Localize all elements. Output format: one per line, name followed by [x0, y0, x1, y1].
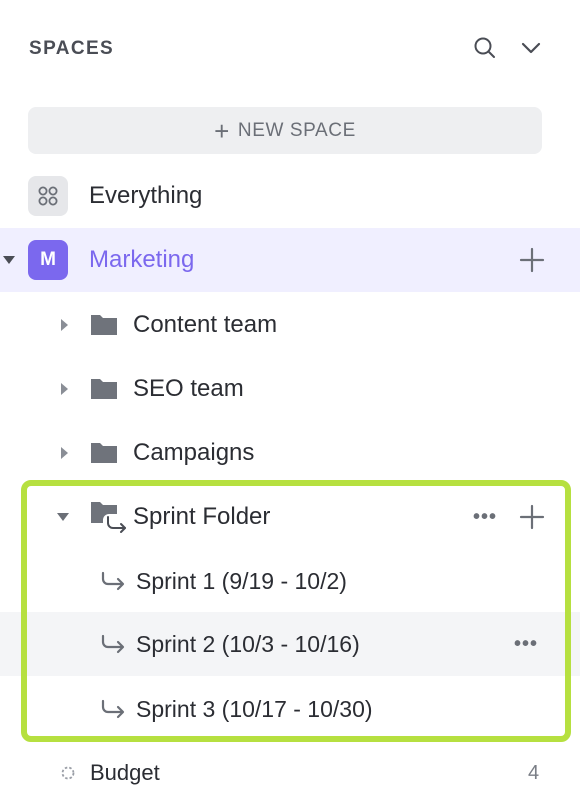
- folder-item-campaigns[interactable]: Campaigns: [0, 421, 580, 485]
- sprint-folder-item[interactable]: Sprint Folder •••: [0, 485, 580, 549]
- folder-icon: [91, 443, 117, 463]
- sprint-folder-label: Sprint Folder: [133, 503, 271, 530]
- folder-icon: [91, 315, 117, 335]
- plus-icon[interactable]: [516, 501, 548, 533]
- sprint-item[interactable]: Sprint 1 (9/19 - 10/2): [0, 549, 580, 613]
- spaces-header-title: SPACES: [29, 38, 115, 59]
- sprint-item[interactable]: Sprint 2 (10/3 - 10/16) •••: [0, 612, 580, 676]
- plus-icon[interactable]: [516, 244, 548, 276]
- list-item-budget[interactable]: Budget 4: [0, 741, 580, 805]
- everything-label: Everything: [89, 182, 203, 209]
- folder-item-seo-team[interactable]: SEO team: [0, 357, 580, 421]
- task-count: 4: [528, 761, 540, 784]
- list-label: Budget: [90, 760, 160, 785]
- caret-right-icon[interactable]: [58, 447, 70, 459]
- caret-down-icon[interactable]: [3, 254, 15, 266]
- sprint-label: Sprint 1 (9/19 - 10/2): [136, 567, 347, 594]
- caret-right-icon[interactable]: [58, 383, 70, 395]
- sprint-icon: [101, 571, 125, 591]
- sprint-label: Sprint 3 (10/17 - 10/30): [136, 695, 373, 722]
- space-name: Marketing: [89, 246, 195, 273]
- folder-item-content-team[interactable]: Content team: [0, 293, 580, 357]
- everything-item[interactable]: Everything: [0, 164, 580, 228]
- sprint-icon: [101, 699, 125, 719]
- grid-icon: [28, 176, 68, 216]
- more-icon[interactable]: •••: [514, 633, 538, 656]
- sprint-folder-icon: [91, 502, 126, 533]
- list-status-icon: [61, 766, 75, 780]
- sprint-icon: [101, 634, 125, 654]
- folder-label: Campaigns: [133, 439, 255, 466]
- folder-label: Content team: [133, 311, 278, 338]
- space-item-marketing[interactable]: M Marketing: [0, 228, 580, 292]
- space-avatar: M: [28, 240, 68, 280]
- new-space-button[interactable]: + NEW SPACE: [28, 107, 542, 154]
- search-icon[interactable]: [469, 32, 501, 64]
- sprint-label: Sprint 2 (10/3 - 10/16): [136, 630, 360, 657]
- sprint-item[interactable]: Sprint 3 (10/17 - 10/30): [0, 677, 580, 741]
- new-space-label: NEW SPACE: [237, 119, 356, 141]
- plus-icon: +: [214, 115, 230, 146]
- folder-icon: [91, 379, 117, 399]
- caret-right-icon[interactable]: [58, 319, 70, 331]
- caret-down-icon[interactable]: [57, 511, 69, 523]
- more-icon[interactable]: •••: [473, 506, 497, 529]
- folder-label: SEO team: [133, 375, 244, 402]
- chevron-down-icon[interactable]: [515, 32, 547, 64]
